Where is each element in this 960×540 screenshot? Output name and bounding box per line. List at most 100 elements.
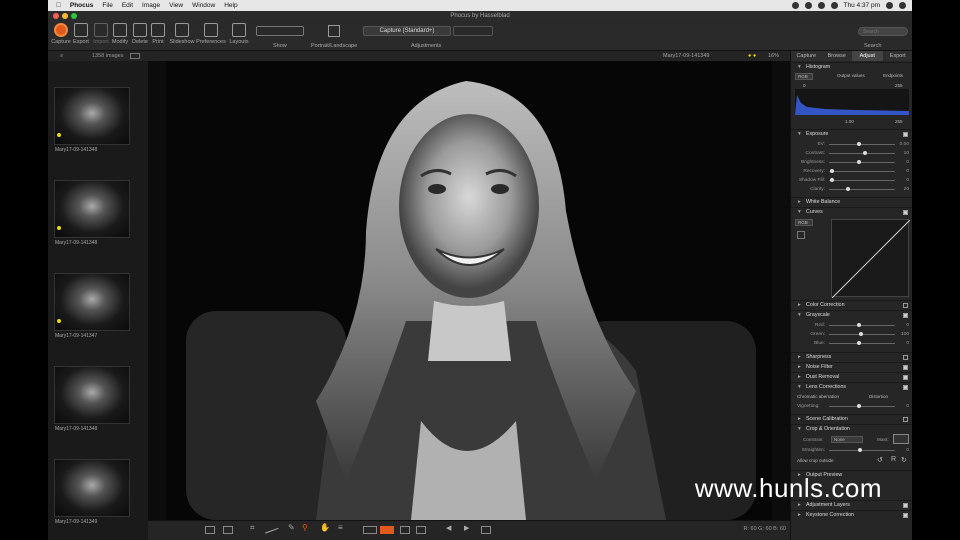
menu-view[interactable]: View: [169, 2, 183, 9]
exposure-track[interactable]: [829, 144, 895, 145]
exposure-knob[interactable]: [863, 151, 868, 155]
straighten-track[interactable]: [829, 450, 895, 451]
straighten-value[interactable]: 0: [906, 446, 909, 455]
grayscale-track[interactable]: [829, 325, 895, 326]
grayscale-knob[interactable]: [856, 341, 861, 345]
histogram-graph[interactable]: [795, 89, 909, 115]
exposure-track[interactable]: [829, 153, 895, 154]
exposure-value[interactable]: 10: [904, 149, 909, 158]
curves-graph[interactable]: [831, 219, 911, 299]
portrait-landscape-icon[interactable]: [328, 25, 340, 37]
exposure-value[interactable]: 0,00: [900, 140, 909, 149]
adjustments-tools[interactable]: [453, 26, 493, 36]
zoom-level[interactable]: 16%: [768, 51, 779, 61]
exposure-track[interactable]: [829, 162, 895, 163]
grayscale-value[interactable]: 0: [906, 339, 909, 348]
apple-icon[interactable]: : [56, 2, 61, 9]
output-values-checkbox[interactable]: Output values: [837, 73, 865, 78]
grayscale-knob[interactable]: [856, 323, 861, 327]
clock[interactable]: Thu 4:37 pm: [844, 2, 881, 9]
menu-image[interactable]: Image: [142, 2, 160, 9]
lens-corrections-checkbox[interactable]: [903, 385, 908, 390]
zoom-button[interactable]: [71, 13, 77, 19]
straighten-slider[interactable]: Straighten: 0: [791, 446, 912, 455]
focus-mask-icon[interactable]: [416, 526, 426, 534]
menu-help[interactable]: Help: [224, 2, 237, 9]
search-icon[interactable]: [886, 2, 893, 9]
grayscale-knob[interactable]: [858, 332, 863, 336]
straighten-knob[interactable]: [858, 448, 862, 452]
sharpness-checkbox[interactable]: [903, 355, 908, 360]
status-icon[interactable]: [804, 2, 812, 9]
color-correction-checkbox[interactable]: [903, 303, 908, 308]
grayscale-slider[interactable]: Green: 100: [791, 330, 912, 339]
exposure-knob[interactable]: [830, 178, 835, 182]
next-image-icon[interactable]: ▶: [464, 524, 474, 532]
endpoints-checkbox[interactable]: Endpoints: [883, 73, 903, 78]
menu-list-icon[interactable]: [899, 2, 906, 9]
exposure-slider[interactable]: Contrast: 10: [791, 149, 912, 158]
menu-app[interactable]: Phocus: [70, 2, 93, 9]
grayscale-value[interactable]: 0: [906, 321, 909, 330]
eyedropper-icon[interactable]: [797, 231, 805, 239]
loupe-tool-icon[interactable]: ⚲: [302, 523, 312, 532]
sharpness-section[interactable]: ▸ Sharpness: [791, 352, 912, 361]
rotate-left-icon[interactable]: ↺: [877, 456, 883, 464]
tab-capture[interactable]: Capture: [791, 51, 822, 61]
straighten-tool-icon[interactable]: [265, 527, 281, 540]
menu-edit[interactable]: Edit: [122, 2, 133, 9]
grayscale-track[interactable]: [829, 343, 895, 344]
brush-tool-icon[interactable]: ✎: [288, 523, 298, 532]
exposure-warning-icon[interactable]: [380, 526, 394, 534]
exposure-knob[interactable]: [856, 160, 861, 164]
grayscale-slider[interactable]: Blue: 0: [791, 339, 912, 348]
options-icon[interactable]: ≡: [338, 523, 348, 532]
tab-export[interactable]: Export: [883, 51, 913, 61]
grayscale-section[interactable]: ▾ Grayscale: [791, 310, 912, 319]
keystone-section[interactable]: ▸ Keystone Correction: [791, 510, 912, 519]
grayscale-value[interactable]: 100: [901, 330, 909, 339]
thumbnail-4[interactable]: Mary17-09-141348: [54, 366, 130, 452]
thumbnail-3[interactable]: Mary17-09-141347: [54, 273, 130, 359]
sort-icon[interactable]: ≡: [60, 51, 63, 61]
histogram-channel-select[interactable]: RGB: [795, 73, 813, 80]
white-balance-section[interactable]: ▸ White Balance: [791, 197, 912, 206]
crop-tool-icon[interactable]: ⌗: [250, 523, 260, 532]
view-single-icon[interactable]: [205, 526, 215, 534]
exposure-slider[interactable]: Recovery: 0: [791, 167, 912, 176]
thumbnail-1[interactable]: Mary17-09-141348: [54, 87, 130, 173]
image-viewer[interactable]: [148, 61, 790, 520]
adjustments-select[interactable]: Capture (Standard+): [363, 26, 451, 36]
fullscreen-icon[interactable]: [481, 526, 491, 534]
exposure-track[interactable]: [829, 180, 895, 181]
exposure-slider[interactable]: Brightness: 0: [791, 158, 912, 167]
keystone-checkbox[interactable]: [903, 513, 908, 518]
crop-section[interactable]: ▾ Crop & Orientation: [791, 424, 912, 433]
mask-swatch[interactable]: [893, 434, 909, 444]
allow-crop-outside-checkbox[interactable]: Allow crop outside: [797, 458, 834, 463]
distortion-checkbox[interactable]: Distortion: [869, 394, 888, 399]
grid-icon[interactable]: [400, 526, 410, 534]
exposure-track[interactable]: [829, 189, 895, 190]
exposure-slider[interactable]: EV: 0,00: [791, 140, 912, 149]
lens-corrections-section[interactable]: ▾ Lens Corrections: [791, 382, 912, 391]
vignetting-track[interactable]: [829, 406, 895, 407]
color-correction-section[interactable]: ▸ Color Correction: [791, 300, 912, 309]
dust-removal-section[interactable]: ▸ Dust Removal: [791, 372, 912, 381]
reset-crop-icon[interactable]: R: [891, 456, 896, 463]
tab-browse[interactable]: Browse: [822, 51, 853, 61]
exposure-value[interactable]: 0: [906, 167, 909, 176]
close-button[interactable]: [53, 13, 59, 19]
scene-calibration-section[interactable]: ▸ Scene Calibration: [791, 414, 912, 423]
grayscale-enable-checkbox[interactable]: [903, 313, 908, 318]
scene-calibration-checkbox[interactable]: [903, 417, 908, 422]
menu-window[interactable]: Window: [192, 2, 215, 9]
overlay-icon[interactable]: [363, 526, 377, 534]
status-icon[interactable]: [791, 2, 799, 9]
thumbnail-5[interactable]: Mary17-09-141349: [54, 459, 130, 540]
exposure-knob[interactable]: [830, 169, 835, 173]
hand-tool-icon[interactable]: ✋: [320, 523, 330, 532]
show-selector[interactable]: [256, 26, 304, 36]
exposure-section[interactable]: ▾ Exposure: [791, 129, 912, 138]
thumbnail-2[interactable]: Mary17-09-141348: [54, 180, 130, 266]
